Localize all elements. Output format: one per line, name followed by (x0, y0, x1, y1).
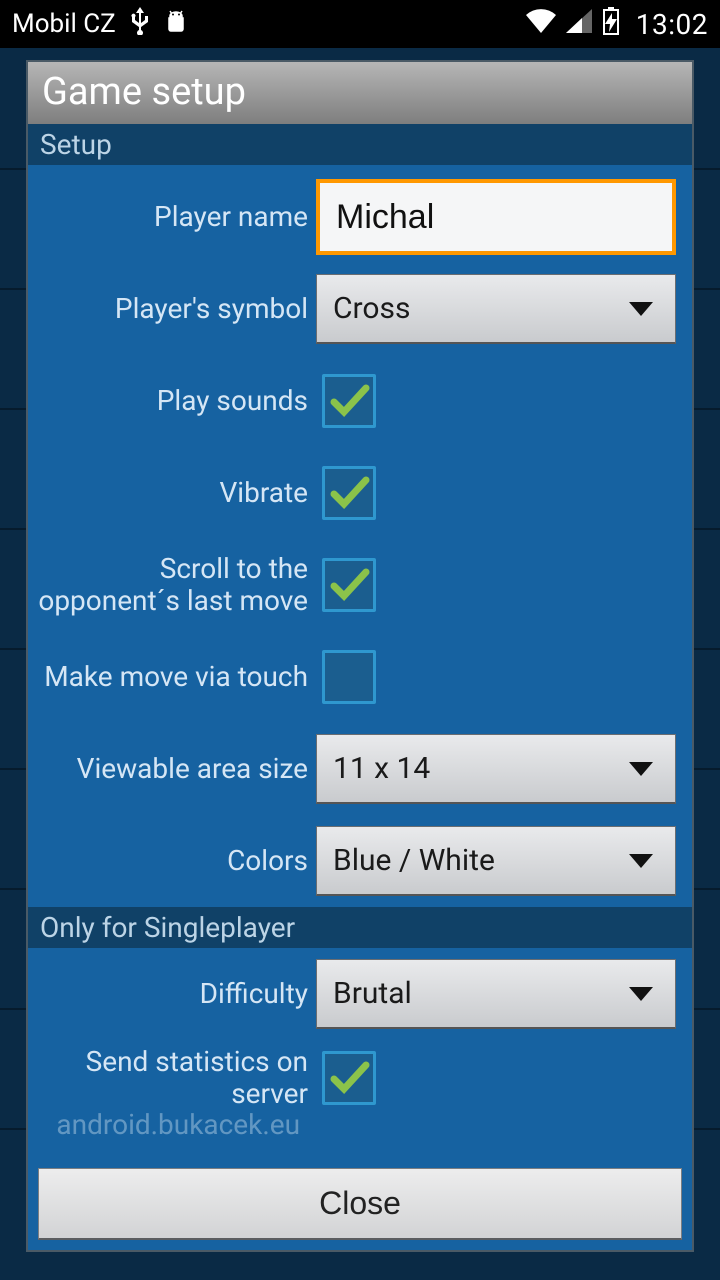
dialog-title: Game setup (28, 62, 692, 124)
usb-icon (130, 7, 150, 41)
game-setup-dialog: Game setup Setup Player name Player's sy… (26, 60, 694, 1252)
battery-charging-icon (602, 7, 620, 42)
viewable-area-label: Viewable area size (36, 753, 316, 785)
vibrate-checkbox[interactable] (322, 466, 376, 520)
chevron-down-icon (629, 302, 653, 316)
colors-value: Blue / White (333, 843, 495, 878)
viewable-area-dropdown[interactable]: 11 x 14 (316, 734, 676, 804)
play-sounds-label: Play sounds (36, 385, 316, 417)
player-name-label: Player name (36, 201, 316, 233)
player-symbol-value: Cross (333, 291, 410, 326)
chevron-down-icon (629, 762, 653, 776)
signal-icon (566, 9, 592, 40)
vibrate-label: Vibrate (36, 477, 316, 509)
make-move-touch-label: Make move via touch (36, 661, 316, 693)
difficulty-label: Difficulty (36, 978, 316, 1010)
scroll-opponent-checkbox[interactable] (322, 558, 376, 612)
android-debug-icon (164, 8, 188, 40)
section-setup-header: Setup (28, 124, 692, 165)
send-stats-sublabel: android.bukacek.eu (28, 1108, 308, 1141)
carrier-label: Mobil CZ (12, 9, 116, 39)
form-scroll-area[interactable]: Player name Player's symbol Cross Play s… (28, 165, 692, 1160)
player-symbol-label: Player's symbol (36, 293, 316, 325)
send-stats-label: Send statistics on server (36, 1046, 316, 1110)
viewable-area-value: 11 x 14 (333, 751, 430, 786)
colors-label: Colors (36, 845, 316, 877)
chevron-down-icon (629, 987, 653, 1001)
clock: 13:02 (636, 8, 708, 41)
send-stats-checkbox[interactable] (322, 1051, 376, 1105)
difficulty-dropdown[interactable]: Brutal (316, 959, 676, 1029)
chevron-down-icon (629, 854, 653, 868)
check-icon (328, 472, 370, 514)
colors-dropdown[interactable]: Blue / White (316, 826, 676, 896)
make-move-touch-checkbox[interactable] (322, 650, 376, 704)
player-name-input[interactable] (316, 179, 676, 255)
difficulty-value: Brutal (333, 976, 412, 1011)
play-sounds-checkbox[interactable] (322, 374, 376, 428)
check-icon (328, 564, 370, 606)
check-icon (328, 380, 370, 422)
section-singleplayer-header: Only for Singleplayer (28, 907, 692, 948)
check-icon (328, 1057, 370, 1099)
status-bar: Mobil CZ 13:02 (0, 0, 720, 48)
player-symbol-dropdown[interactable]: Cross (316, 274, 676, 344)
scroll-opponent-label: Scroll to the opponent´s last move (36, 553, 316, 617)
wifi-icon (526, 9, 556, 40)
close-button[interactable]: Close (38, 1168, 682, 1240)
